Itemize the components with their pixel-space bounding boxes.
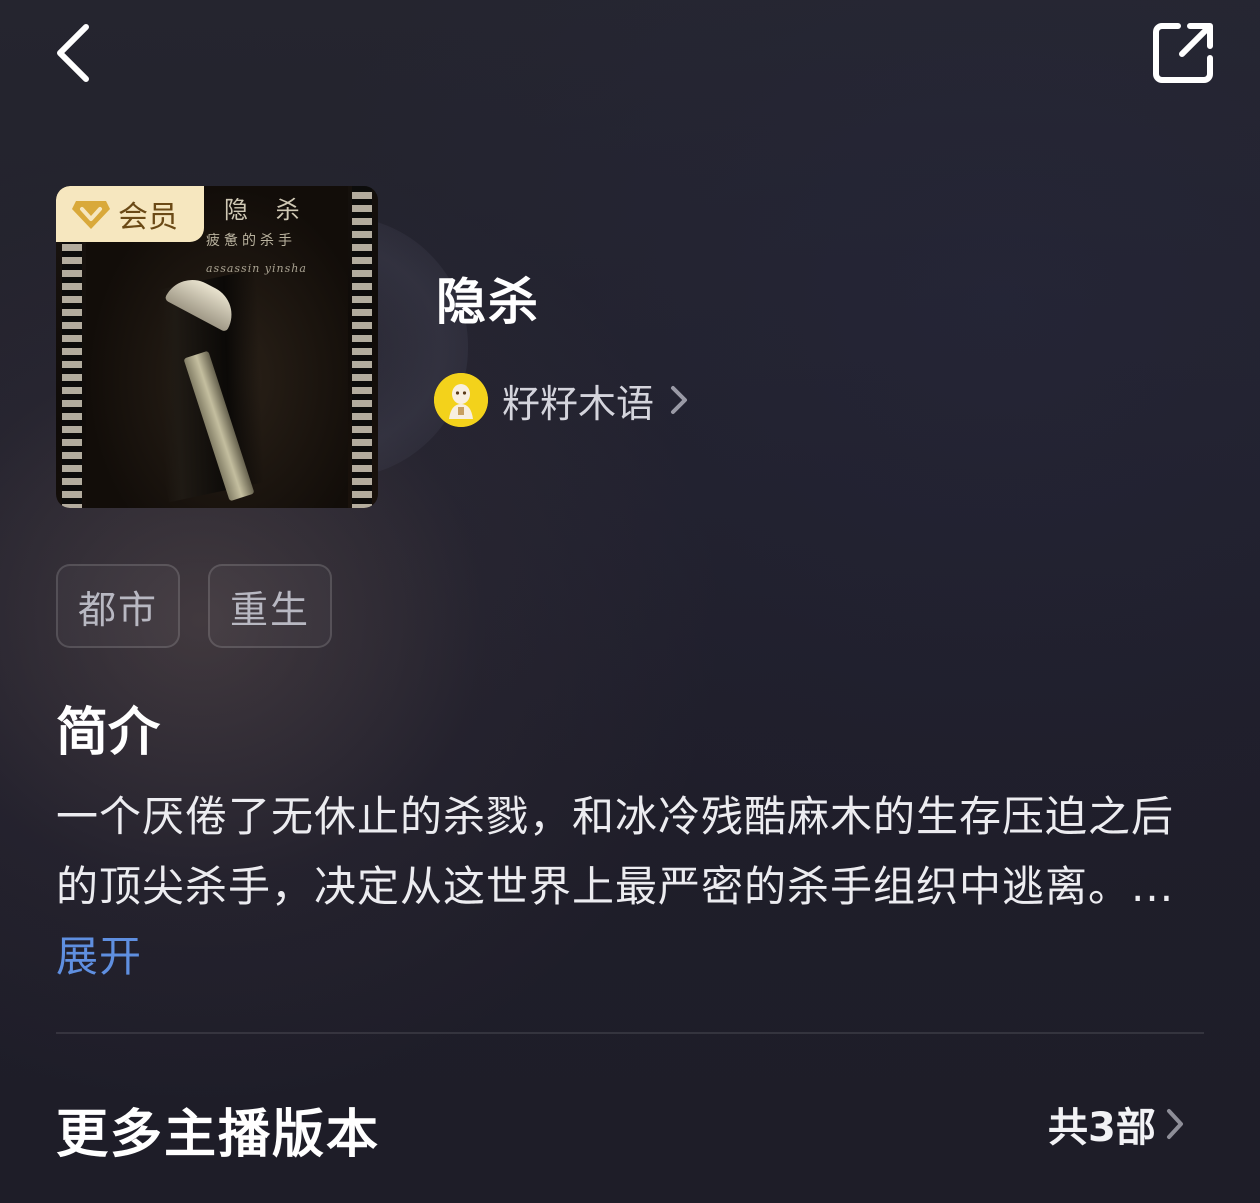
vip-badge: 会员	[56, 186, 204, 242]
share-button[interactable]	[1146, 18, 1220, 88]
cover-title-text: 隐 杀	[224, 196, 310, 224]
share-icon	[1153, 23, 1213, 83]
tag-list: 都市 重生	[56, 564, 333, 648]
tag-urban[interactable]: 都市	[56, 564, 181, 648]
more-versions-heading: 更多主播版本	[56, 1105, 381, 1165]
back-button[interactable]	[52, 18, 112, 88]
film-strip-right	[352, 186, 372, 508]
intro-text-block: 一个厌倦了无休止的杀戮，和冰冷残酷麻木的生存压迫之后的顶尖杀手，决定从这世界上最…	[56, 782, 1206, 992]
cover-script-text: assassin yinsha	[206, 262, 307, 275]
album-cover[interactable]: 隐 杀 疲惫的杀手 assassin yinsha 会员	[56, 186, 378, 508]
vip-diamond-icon	[72, 201, 110, 229]
chevron-right-icon	[671, 386, 688, 414]
expand-link[interactable]: 展开	[56, 932, 142, 981]
intro-text: 一个厌倦了无休止的杀戮，和冰冷残酷麻木的生存压迫之后的顶尖杀手，决定从这世界上最…	[56, 792, 1175, 911]
avatar-icon	[434, 373, 488, 427]
intro-heading: 简介	[56, 703, 161, 763]
more-versions-link[interactable]: 共3部	[1048, 1096, 1186, 1152]
tag-rebirth[interactable]: 重生	[208, 564, 333, 648]
cover-subtitle-text: 疲惫的杀手	[206, 233, 296, 249]
chevron-left-icon	[57, 24, 89, 82]
album-title: 隐杀	[436, 273, 540, 331]
album-cover-area[interactable]: 隐 杀 疲惫的杀手 assassin yinsha 会员	[56, 186, 468, 510]
more-versions-count: 共3部	[1048, 1105, 1156, 1151]
author-link[interactable]: 籽籽木语	[434, 372, 690, 428]
vip-badge-label: 会员	[118, 200, 178, 235]
author-name[interactable]: 籽籽木语	[502, 373, 654, 428]
chevron-right-icon	[1166, 1109, 1183, 1139]
divider	[56, 1032, 1204, 1034]
